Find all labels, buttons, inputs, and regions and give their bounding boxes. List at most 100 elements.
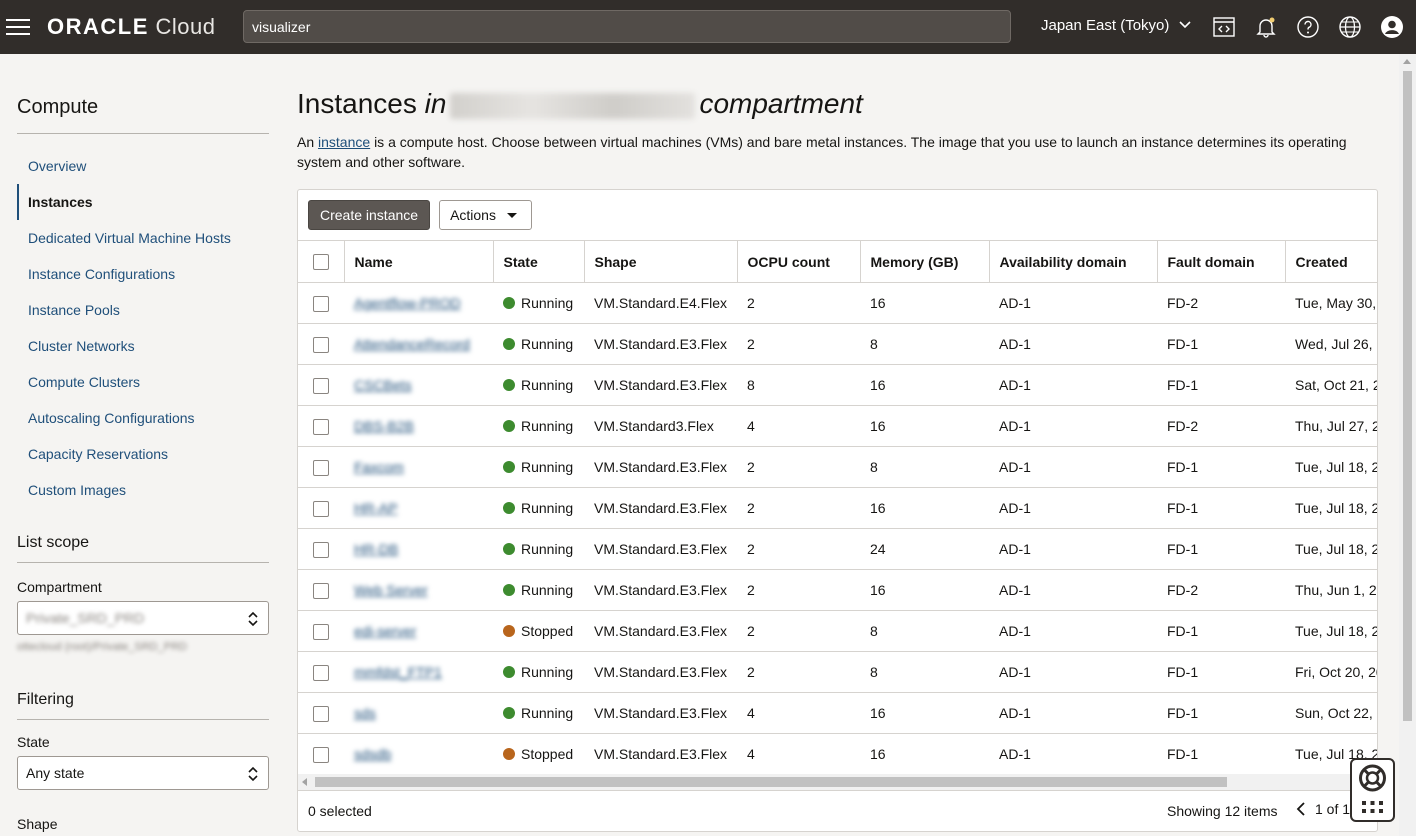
instance-name-link[interactable]: AttendanceRecord <box>354 336 470 352</box>
row-checkbox[interactable] <box>313 336 329 353</box>
ad-cell: AD-1 <box>989 323 1157 365</box>
column-header-memory[interactable]: Memory (GB) <box>860 240 990 283</box>
column-header-availability-domain[interactable]: Availability domain <box>989 240 1158 283</box>
horizontal-scrollbar-thumb[interactable] <box>315 777 1227 787</box>
row-checkbox[interactable] <box>313 664 329 681</box>
instance-name-link[interactable]: HR-DB <box>354 541 398 557</box>
table-row[interactable]: DBS-B2B Running VM.Standard3.Flex 4 16 AD-1 FD… <box>298 405 1377 447</box>
sidebar-item-compute-clusters[interactable]: Compute Clusters <box>17 364 269 400</box>
state-cell: Running <box>493 487 584 529</box>
showing-count: Showing 12 items <box>1167 803 1278 819</box>
memory-cell: 16 <box>860 405 989 447</box>
table-row[interactable]: mmfdst_FTP1 Running VM.Standard.E3.Flex 2 8 A… <box>298 651 1377 693</box>
table-row[interactable]: edi-server Stopped VM.Standard.E3.Flex 2 8 AD… <box>298 610 1377 652</box>
main-content: Instances in compartment An instance is a… <box>297 88 1378 172</box>
row-checkbox[interactable] <box>313 377 329 394</box>
compartment-select[interactable]: Private_SRD_PRD <box>17 601 269 635</box>
code-editor-icon[interactable] <box>1211 14 1237 40</box>
sidebar-item-custom-images[interactable]: Custom Images <box>17 472 269 508</box>
shape-cell: VM.Standard3.Flex <box>584 405 737 447</box>
table-row[interactable]: CSCBets Running VM.Standard.E3.Flex 8 16 AD-1… <box>298 364 1377 406</box>
search-input[interactable]: visualizer <box>243 10 1011 43</box>
row-checkbox[interactable] <box>313 500 329 517</box>
previous-page-icon[interactable] <box>1295 801 1307 817</box>
instance-name-link[interactable]: DBS-B2B <box>354 418 414 434</box>
select-all-checkbox[interactable] <box>312 254 329 271</box>
table-row[interactable]: Faxcom Running VM.Standard.E3.Flex 2 8 AD-1 FD… <box>298 446 1377 488</box>
page-scrollbar-thumb[interactable] <box>1403 71 1412 721</box>
instance-name-link[interactable]: HR-AP <box>354 500 398 516</box>
instance-name-link[interactable]: Agentflow-PROD <box>354 295 461 311</box>
instance-name-link[interactable]: sds <box>354 705 376 721</box>
column-header-created[interactable]: Created <box>1285 240 1377 283</box>
table-row[interactable]: AttendanceRecord Running VM.Standard.E3.Fl… <box>298 323 1377 365</box>
shape-cell: VM.Standard.E3.Flex <box>584 651 737 693</box>
scroll-up-icon[interactable] <box>1403 59 1411 64</box>
state-text: Running <box>521 336 574 352</box>
instance-name-link[interactable]: mmfdst_FTP1 <box>354 664 442 680</box>
state-filter-select[interactable]: Any state <box>17 756 269 790</box>
actions-button[interactable]: Actions <box>439 200 533 230</box>
table-row[interactable]: HR-DB Running VM.Standard.E3.Flex 2 24 AD-1 FD… <box>298 528 1377 570</box>
sidebar-item-capacity-reservations[interactable]: Capacity Reservations <box>17 436 269 472</box>
select-arrows-icon <box>248 766 258 782</box>
row-checkbox[interactable] <box>313 295 329 312</box>
instance-name-link[interactable]: sdsdb <box>354 746 391 762</box>
table-row[interactable]: sdsdb Stopped VM.Standard.E3.Flex 4 16 AD-1 FD… <box>298 733 1377 775</box>
ocpu-cell: 8 <box>737 364 860 406</box>
table-row[interactable]: Agentflow-PROD Running VM.Standard.E4.Flex… <box>298 282 1377 324</box>
row-select-cell <box>298 528 344 570</box>
fd-cell: FD-1 <box>1157 692 1285 734</box>
table-row[interactable]: Web Server Running VM.Standard.E3.Flex 2 16 A… <box>298 569 1377 611</box>
row-checkbox[interactable] <box>313 582 329 599</box>
horizontal-scrollbar[interactable] <box>298 774 1377 790</box>
globe-icon[interactable] <box>1337 14 1363 40</box>
actions-label: Actions <box>450 207 496 223</box>
row-checkbox[interactable] <box>313 746 329 763</box>
instance-name-link[interactable]: CSCBets <box>354 377 412 393</box>
create-instance-button[interactable]: Create instance <box>308 200 431 230</box>
fd-cell: FD-1 <box>1157 651 1285 693</box>
row-select-cell <box>298 364 344 406</box>
column-header-name[interactable]: Name <box>344 240 494 283</box>
row-checkbox[interactable] <box>313 705 329 722</box>
state-running-icon <box>503 461 515 473</box>
created-cell: Sat, Oct 21, 2 <box>1285 364 1377 406</box>
oracle-cloud-logo[interactable]: ORACLE Cloud <box>47 14 216 40</box>
scroll-left-icon[interactable] <box>302 778 307 786</box>
column-header-state[interactable]: State <box>493 240 585 283</box>
sidebar-item-autoscaling-configurations[interactable]: Autoscaling Configurations <box>17 400 269 436</box>
table-row[interactable]: HR-AP Running VM.Standard.E3.Flex 2 16 AD-1 FD… <box>298 487 1377 529</box>
page-scrollbar[interactable] <box>1399 54 1416 836</box>
instance-doc-link[interactable]: instance <box>318 134 370 150</box>
instance-name-link[interactable]: Web Server <box>354 582 428 598</box>
instance-name-link[interactable]: edi-server <box>354 623 416 639</box>
instance-name-link[interactable]: Faxcom <box>354 459 404 475</box>
help-support-widget[interactable] <box>1350 758 1395 822</box>
table-row[interactable]: sds Running VM.Standard.E3.Flex 4 16 AD-1 FD-1… <box>298 692 1377 734</box>
sidebar-item-cluster-networks[interactable]: Cluster Networks <box>17 328 269 364</box>
instance-name-cell: AttendanceRecord <box>344 323 493 365</box>
row-checkbox[interactable] <box>313 541 329 558</box>
chevron-down-icon <box>1179 21 1191 29</box>
sidebar-item-instances[interactable]: Instances <box>17 184 269 220</box>
memory-cell: 16 <box>860 733 989 775</box>
row-checkbox[interactable] <box>313 623 329 640</box>
user-icon[interactable] <box>1379 14 1405 40</box>
row-checkbox[interactable] <box>313 459 329 476</box>
state-stopped-icon <box>503 748 515 760</box>
sidebar-item-dedicated-vm-hosts[interactable]: Dedicated Virtual Machine Hosts <box>17 220 269 256</box>
sidebar-item-instance-pools[interactable]: Instance Pools <box>17 292 269 328</box>
instance-name-cell: Agentflow-PROD <box>344 282 493 324</box>
bell-icon[interactable] <box>1253 14 1279 40</box>
column-header-shape[interactable]: Shape <box>584 240 738 283</box>
sidebar-item-overview[interactable]: Overview <box>17 148 269 184</box>
column-header-fault-domain[interactable]: Fault domain <box>1157 240 1286 283</box>
row-checkbox[interactable] <box>313 418 329 435</box>
region-selector[interactable]: Japan East (Tokyo) <box>1041 17 1192 34</box>
sidebar-item-instance-configurations[interactable]: Instance Configurations <box>17 256 269 292</box>
help-icon[interactable] <box>1295 14 1321 40</box>
ocpu-cell: 2 <box>737 446 860 488</box>
column-header-ocpu[interactable]: OCPU count <box>737 240 861 283</box>
menu-icon[interactable] <box>6 14 32 40</box>
